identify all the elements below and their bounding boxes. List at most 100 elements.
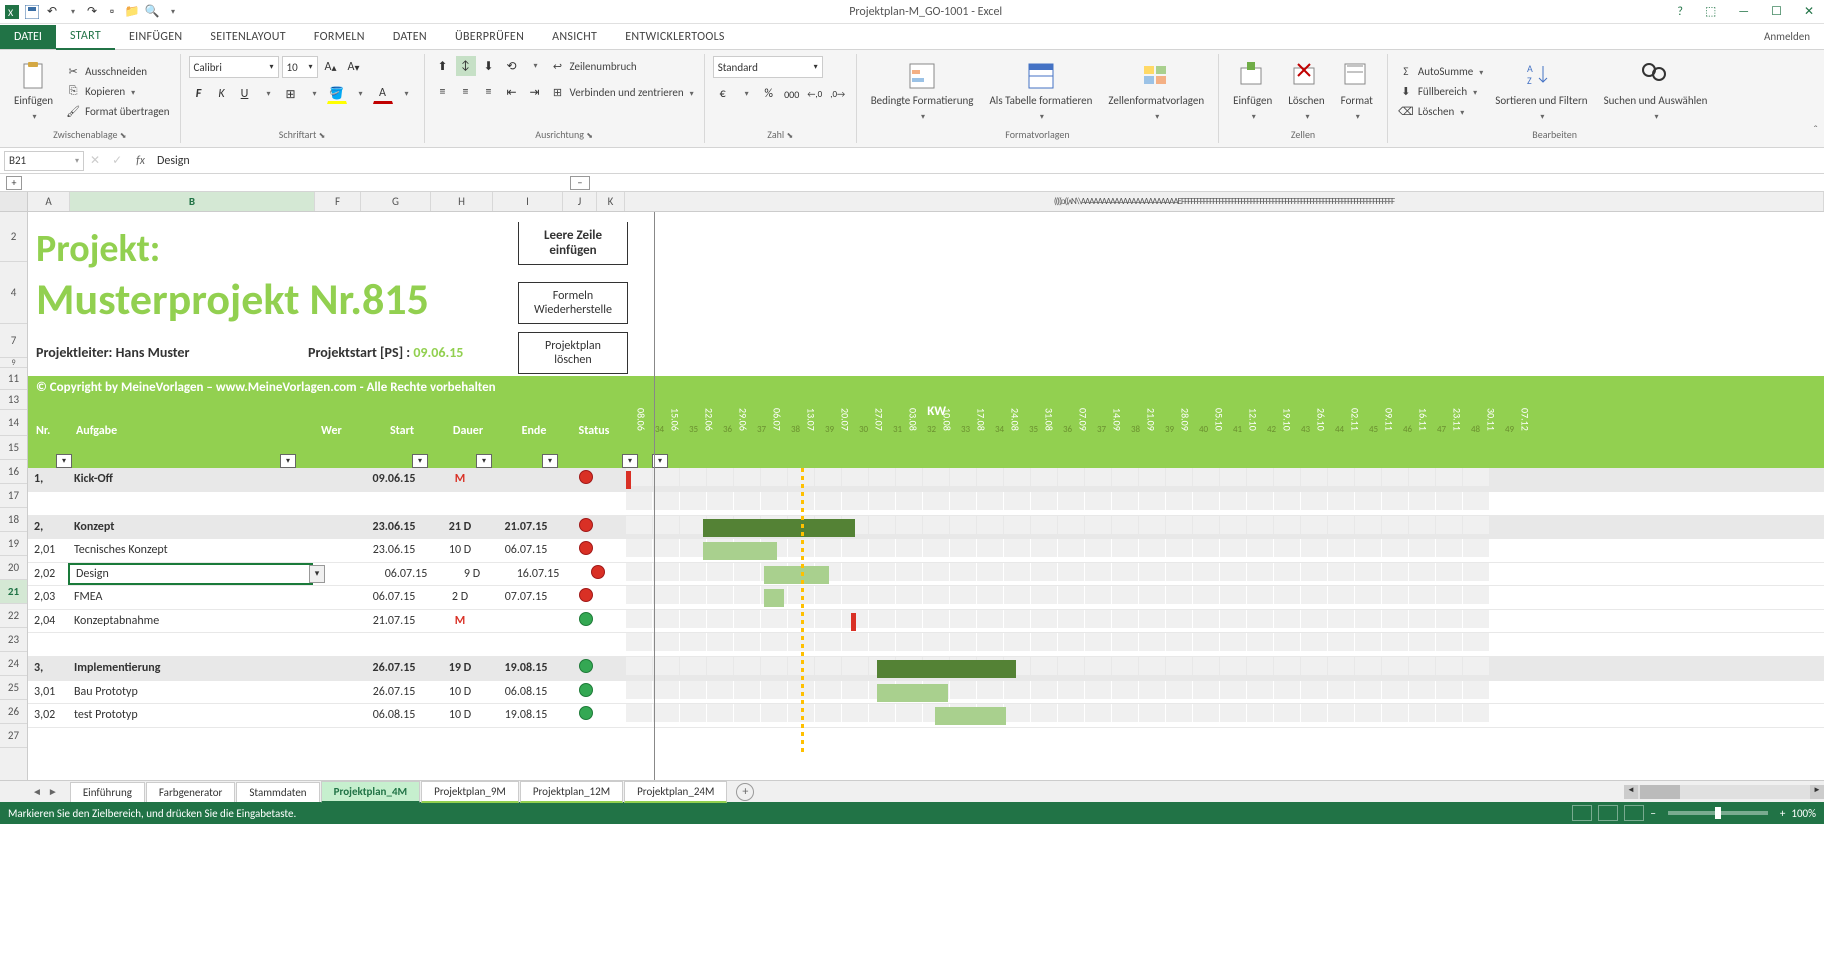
increase-font-icon[interactable]: A▴ xyxy=(321,57,341,77)
sheet-tab[interactable]: Projektplan_9M xyxy=(421,781,519,803)
clipboard-launcher-icon[interactable]: ⬊ xyxy=(120,131,127,141)
tab-view[interactable]: ANSICHT xyxy=(538,25,611,49)
paste-button[interactable]: Einfügen xyxy=(8,56,59,126)
font-name-select[interactable]: Calibri▾ xyxy=(189,56,279,78)
format-painter-button[interactable]: 🖌Format übertragen xyxy=(63,102,171,120)
cut-button[interactable]: ✂Ausschneiden xyxy=(63,62,171,80)
font-color-button[interactable]: A xyxy=(373,84,393,104)
conditional-format-button[interactable]: Bedingte Formatierung xyxy=(865,56,980,126)
row-header[interactable]: 19 xyxy=(0,532,27,556)
row-header[interactable]: 13 xyxy=(0,390,27,410)
autosum-button[interactable]: ΣAutoSumme xyxy=(1396,62,1485,80)
row-header[interactable]: 4 xyxy=(0,262,27,324)
minimize-icon[interactable]: — xyxy=(1732,5,1755,19)
align-middle-icon[interactable]: ↕ xyxy=(456,56,476,76)
delete-cells-button[interactable]: Löschen xyxy=(1282,56,1330,126)
name-box[interactable]: B21▾ xyxy=(4,151,84,171)
find-select-button[interactable]: Suchen und Auswählen xyxy=(1598,56,1714,126)
cell-dropdown-icon[interactable]: ▾ xyxy=(309,565,325,583)
align-left-icon[interactable]: ≡ xyxy=(433,82,453,102)
page-break-view-icon[interactable] xyxy=(1624,805,1644,821)
sheet-tab[interactable]: Projektplan_12M xyxy=(520,781,623,803)
tab-page-layout[interactable]: SEITENLAYOUT xyxy=(196,25,300,49)
align-top-icon[interactable]: ⬆ xyxy=(433,56,453,76)
undo-dropdown-icon[interactable] xyxy=(64,4,80,20)
undo-icon[interactable]: ↶ xyxy=(44,4,60,20)
col-header-f[interactable]: F xyxy=(315,192,361,211)
task-row[interactable]: 2,04Konzeptabnahme21.07.15M xyxy=(28,610,1824,634)
col-header-h[interactable]: H xyxy=(431,192,493,211)
outline-expand-button[interactable]: + xyxy=(6,176,22,190)
cancel-formula-icon[interactable]: ✕ xyxy=(90,153,100,168)
merge-button[interactable]: ⊞Verbinden und zentrieren xyxy=(548,83,696,101)
copy-button[interactable]: ⎘Kopieren xyxy=(63,82,171,100)
tab-file[interactable]: DATEI xyxy=(0,25,56,49)
task-row[interactable]: 1,Kick-Off09.06.15M xyxy=(28,468,1824,492)
restore-formulas-button[interactable]: Formeln Wiederherstelle xyxy=(518,282,628,324)
horizontal-scrollbar[interactable]: ◄ ► xyxy=(1624,785,1824,799)
tab-data[interactable]: DATEN xyxy=(379,25,441,49)
task-row[interactable]: 2,01Tecnisches Konzept23.06.1510 D06.07.… xyxy=(28,539,1824,563)
zoom-in-icon[interactable]: + xyxy=(1780,807,1785,820)
fill-color-button[interactable]: 🪣 xyxy=(327,84,347,104)
outline-collapse-button[interactable]: − xyxy=(570,176,590,190)
insert-blank-row-button[interactable]: Leere Zeile einfügen xyxy=(518,222,628,265)
sheet-nav-first-icon[interactable]: ◄ xyxy=(30,785,44,798)
delete-plan-button[interactable]: Projektplan löschen xyxy=(518,332,628,374)
row-header[interactable]: 9 xyxy=(0,358,27,368)
fill-button[interactable]: ⬇Füllbereich xyxy=(1396,82,1485,100)
task-row[interactable]: 3,02test Prototyp06.08.1510 D19.08.15 xyxy=(28,704,1824,728)
filter-dropdown-icon[interactable]: ▾ xyxy=(56,454,72,468)
row-header[interactable]: 24 xyxy=(0,652,27,676)
col-header-i[interactable]: I xyxy=(493,192,563,211)
row-header[interactable]: 17 xyxy=(0,484,27,508)
format-cells-button[interactable]: Format xyxy=(1335,56,1379,126)
tab-start[interactable]: START xyxy=(56,24,115,50)
select-all-corner[interactable] xyxy=(0,192,28,211)
page-layout-view-icon[interactable] xyxy=(1598,805,1618,821)
sheet-tab[interactable]: Farbgenerator xyxy=(146,782,235,802)
task-row[interactable]: 3,Implementierung26.07.1519 D19.08.15 xyxy=(28,657,1824,681)
filter-dropdown-icon[interactable]: ▾ xyxy=(280,454,296,468)
task-row[interactable] xyxy=(28,633,1824,657)
accounting-format-icon[interactable]: € xyxy=(713,84,733,104)
save-icon[interactable] xyxy=(24,4,40,20)
insert-cells-button[interactable]: Einfügen xyxy=(1227,56,1278,126)
row-header[interactable]: 14 xyxy=(0,410,27,436)
paste-dropdown-icon[interactable] xyxy=(31,109,37,122)
close-icon[interactable]: ✕ xyxy=(1798,4,1820,19)
collapse-ribbon-icon[interactable]: ˆ xyxy=(1813,124,1818,138)
row-header[interactable]: 20 xyxy=(0,556,27,580)
qat-customize-icon[interactable] xyxy=(164,4,180,20)
row-header[interactable]: 25 xyxy=(0,676,27,700)
col-header-b[interactable]: B xyxy=(70,192,315,211)
row-header[interactable]: 7 xyxy=(0,324,27,358)
task-row[interactable] xyxy=(28,492,1824,516)
normal-view-icon[interactable] xyxy=(1572,805,1592,821)
sheet-nav-last-icon[interactable]: ► xyxy=(46,785,60,798)
filter-dropdown-icon[interactable]: ▾ xyxy=(412,454,428,468)
number-format-select[interactable]: Standard▾ xyxy=(713,56,823,78)
sign-in-link[interactable]: Anmelden xyxy=(1750,25,1824,48)
col-header-compact[interactable]: ((((ɒ((ʌN\\AAAAAAAAAAAAAAAAAAAAAAAEFFFFF… xyxy=(625,192,1824,211)
decrease-decimal-icon[interactable]: ,0→ xyxy=(828,84,848,104)
font-color-dropdown[interactable] xyxy=(396,84,416,104)
row-header[interactable]: 15 xyxy=(0,436,27,460)
row-header[interactable]: 26 xyxy=(0,700,27,724)
tab-review[interactable]: ÜBERPRÜFEN xyxy=(441,25,538,49)
col-header-g[interactable]: G xyxy=(361,192,431,211)
format-as-table-button[interactable]: Als Tabelle formatieren xyxy=(983,56,1098,126)
percent-format-icon[interactable]: % xyxy=(759,84,779,104)
row-header[interactable]: 18 xyxy=(0,508,27,532)
row-header[interactable]: 16 xyxy=(0,460,27,484)
filter-dropdown-icon[interactable]: ▾ xyxy=(622,454,638,468)
task-row[interactable]: 3,01Bau Prototyp26.07.1510 D06.08.15 xyxy=(28,681,1824,705)
row-header[interactable]: 27 xyxy=(0,724,27,748)
task-row[interactable]: 2,03FMEA06.07.152 D07.07.15 xyxy=(28,586,1824,610)
filter-dropdown-icon[interactable]: ▾ xyxy=(542,454,558,468)
filter-dropdown-icon[interactable]: ▾ xyxy=(476,454,492,468)
row-header[interactable]: 21 xyxy=(0,580,27,604)
row-header[interactable]: 2 xyxy=(0,212,27,262)
col-header-a[interactable]: A xyxy=(28,192,70,211)
font-size-select[interactable]: 10▾ xyxy=(282,56,318,78)
